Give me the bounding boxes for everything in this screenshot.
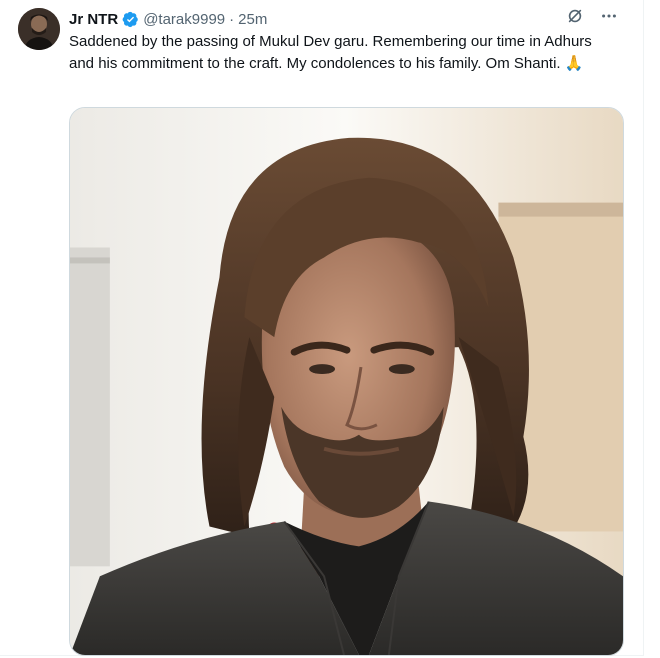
author-name[interactable]: Jr NTR	[69, 11, 118, 28]
avatar[interactable]	[18, 8, 60, 50]
grok-icon[interactable]	[565, 6, 585, 26]
more-icon[interactable]	[599, 6, 619, 26]
tweet-photo[interactable]	[69, 107, 624, 656]
tweet-text: Saddened by the passing of Mukul Dev gar…	[69, 33, 596, 72]
timestamp[interactable]: 25m	[238, 11, 267, 28]
tweet-card[interactable]: Jr NTR @tarak9999 · 25m Saddened by the …	[0, 0, 644, 656]
separator-dot: ·	[229, 10, 235, 28]
verified-badge-icon	[122, 11, 139, 28]
author-handle[interactable]: @tarak9999	[143, 11, 225, 28]
tweet-header: Jr NTR @tarak9999 · 25m	[69, 8, 267, 30]
tweet-actions	[565, 6, 619, 26]
